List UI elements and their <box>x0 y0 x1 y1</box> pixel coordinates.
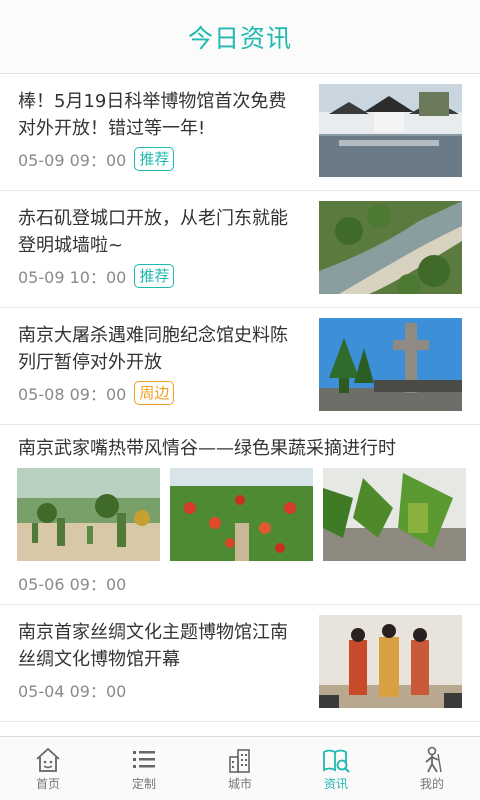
news-thumbnail <box>323 468 466 561</box>
news-title: 南京武家嘴热带风情谷——绿色果蔬采摘进行时 <box>18 438 396 459</box>
home-icon <box>36 747 60 772</box>
top-bar: 今日资讯 <box>0 0 480 74</box>
news-thumbnails <box>17 468 466 561</box>
tab-city[interactable]: 城市 <box>192 737 288 800</box>
news-meta: 05-09 10：00 推荐 <box>18 263 175 289</box>
city-icon <box>229 749 250 773</box>
news-meta: 05-09 09：00 推荐 <box>18 146 175 172</box>
page-title: 今日资讯 <box>187 23 292 53</box>
news-item[interactable]: 棒！5月19日科举博物馆首次免费对外开放！错过等一年! 05-09 09：00 … <box>0 74 480 191</box>
tab-home[interactable]: 首页 <box>0 737 96 800</box>
news-meta: 05-04 09：00 <box>18 677 126 703</box>
person-icon <box>425 746 442 773</box>
news-time: 05-04 09：00 <box>18 682 127 701</box>
tab-label: 城市 <box>227 777 252 791</box>
news-item[interactable]: 南京大屠杀遇难同胞纪念馆史料陈列厅暂停对外开放 05-08 09：00 周边 <box>0 308 480 425</box>
news-title: 棒！5月19日科举博物馆首次免费对外开放！错过等一年! <box>18 91 287 139</box>
tab-label: 首页 <box>35 777 60 791</box>
news-thumbnail <box>170 468 313 561</box>
news-thumbnail <box>17 468 160 561</box>
news-icon <box>323 749 350 773</box>
news-item[interactable]: 南京武家嘴热带风情谷——绿色果蔬采摘进行时 05-06 09：00 <box>0 425 480 605</box>
tab-label: 资讯 <box>323 777 348 791</box>
tab-news[interactable]: 资讯 <box>288 737 384 800</box>
news-meta: 05-06 09：00 <box>18 570 126 596</box>
news-meta: 05-08 09：00 周边 <box>18 380 175 406</box>
news-time: 05-09 09：00 <box>18 151 127 170</box>
tab-label: 定制 <box>131 777 156 791</box>
news-thumbnail <box>319 84 462 177</box>
news-thumbnail <box>319 201 462 294</box>
tag-badge: 推荐 <box>134 147 175 171</box>
tab-custom[interactable]: 定制 <box>96 737 192 800</box>
news-item[interactable]: 赤石矶登城口开放，从老门东就能登明城墙啦~ 05-09 10：00 推荐 <box>0 191 480 308</box>
news-time: 05-09 10：00 <box>18 268 127 287</box>
tab-mine[interactable]: 我的 <box>384 737 480 800</box>
list-icon <box>133 751 155 768</box>
news-time: 05-08 09：00 <box>18 385 127 404</box>
tag-badge: 推荐 <box>134 264 175 288</box>
news-title: 赤石矶登城口开放，从老门东就能登明城墙啦~ <box>18 208 288 256</box>
news-thumbnail <box>319 615 462 708</box>
tag-badge: 周边 <box>134 381 175 405</box>
news-feed[interactable]: 棒！5月19日科举博物馆首次免费对外开放！错过等一年! 05-09 09：00 … <box>0 74 480 736</box>
news-thumbnail <box>319 318 462 411</box>
news-title: 南京大屠杀遇难同胞纪念馆史料陈列厅暂停对外开放 <box>18 325 288 373</box>
news-item[interactable]: 南京首家丝绸文化主题博物馆江南丝绸文化博物馆开幕 05-04 09：00 <box>0 605 480 722</box>
news-time: 05-06 09：00 <box>18 575 127 594</box>
bottom-tab-bar: 首页 定制 城市 资讯 我的 <box>0 736 480 800</box>
tab-label: 我的 <box>419 777 444 791</box>
news-title: 南京首家丝绸文化主题博物馆江南丝绸文化博物馆开幕 <box>18 622 288 670</box>
